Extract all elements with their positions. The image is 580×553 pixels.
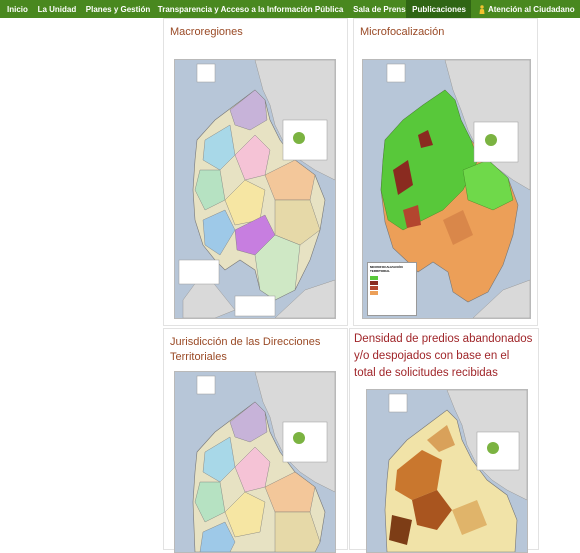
nav-item-sala-prensa[interactable]: Sala de Prensa (345, 0, 410, 18)
nav-item-publicaciones[interactable]: Publicaciones (406, 0, 471, 18)
publication-card-densidad: Densidad de predios abandonados y/o desp… (349, 328, 539, 553)
map-macroregiones[interactable] (174, 59, 336, 319)
map-densidad[interactable] (366, 389, 528, 553)
person-icon (479, 4, 485, 14)
publication-card-microfocalizacion: Microfocalización MICROFOCALIZACIÓN TERR… (353, 18, 538, 326)
top-navigation-bar: Inicio La Unidad Planes y Gestión Transp… (0, 0, 580, 18)
legend-swatch-darkred (370, 281, 378, 285)
nav-item-la-unidad[interactable]: La Unidad (29, 0, 78, 18)
legend-title: MICROFOCALIZACIÓN TERRITORIAL (370, 265, 403, 273)
legend-swatch-red (370, 286, 378, 290)
nav-item-transparencia[interactable]: Transparencia y Acceso a la Información … (149, 0, 345, 18)
publication-card-macroregiones: Macroregiones (163, 18, 348, 326)
publication-card-jurisdiccion: Jurisdicción de las Direcciones Territor… (163, 328, 348, 553)
map-jurisdiccion[interactable] (174, 371, 336, 553)
legend-swatch-orange (370, 291, 378, 295)
map-microfocalizacion[interactable]: MICROFOCALIZACIÓN TERRITORIAL (362, 59, 531, 319)
legend-swatch-green (370, 276, 378, 280)
card-title: Microfocalización (360, 26, 445, 38)
card-title: Densidad de predios abandonados y/o desp… (354, 333, 533, 379)
nav-item-planes-gestion[interactable]: Planes y Gestión (78, 0, 150, 18)
map-legend: MICROFOCALIZACIÓN TERRITORIAL (367, 262, 417, 316)
card-title: Jurisdicción de las Direcciones Territor… (170, 336, 321, 363)
card-title: Macroregiones (170, 26, 243, 38)
nav-item-atencion-ciudadano[interactable]: Atención al Ciudadano (471, 0, 580, 18)
nav-item-inicio[interactable]: Inicio (0, 0, 29, 18)
